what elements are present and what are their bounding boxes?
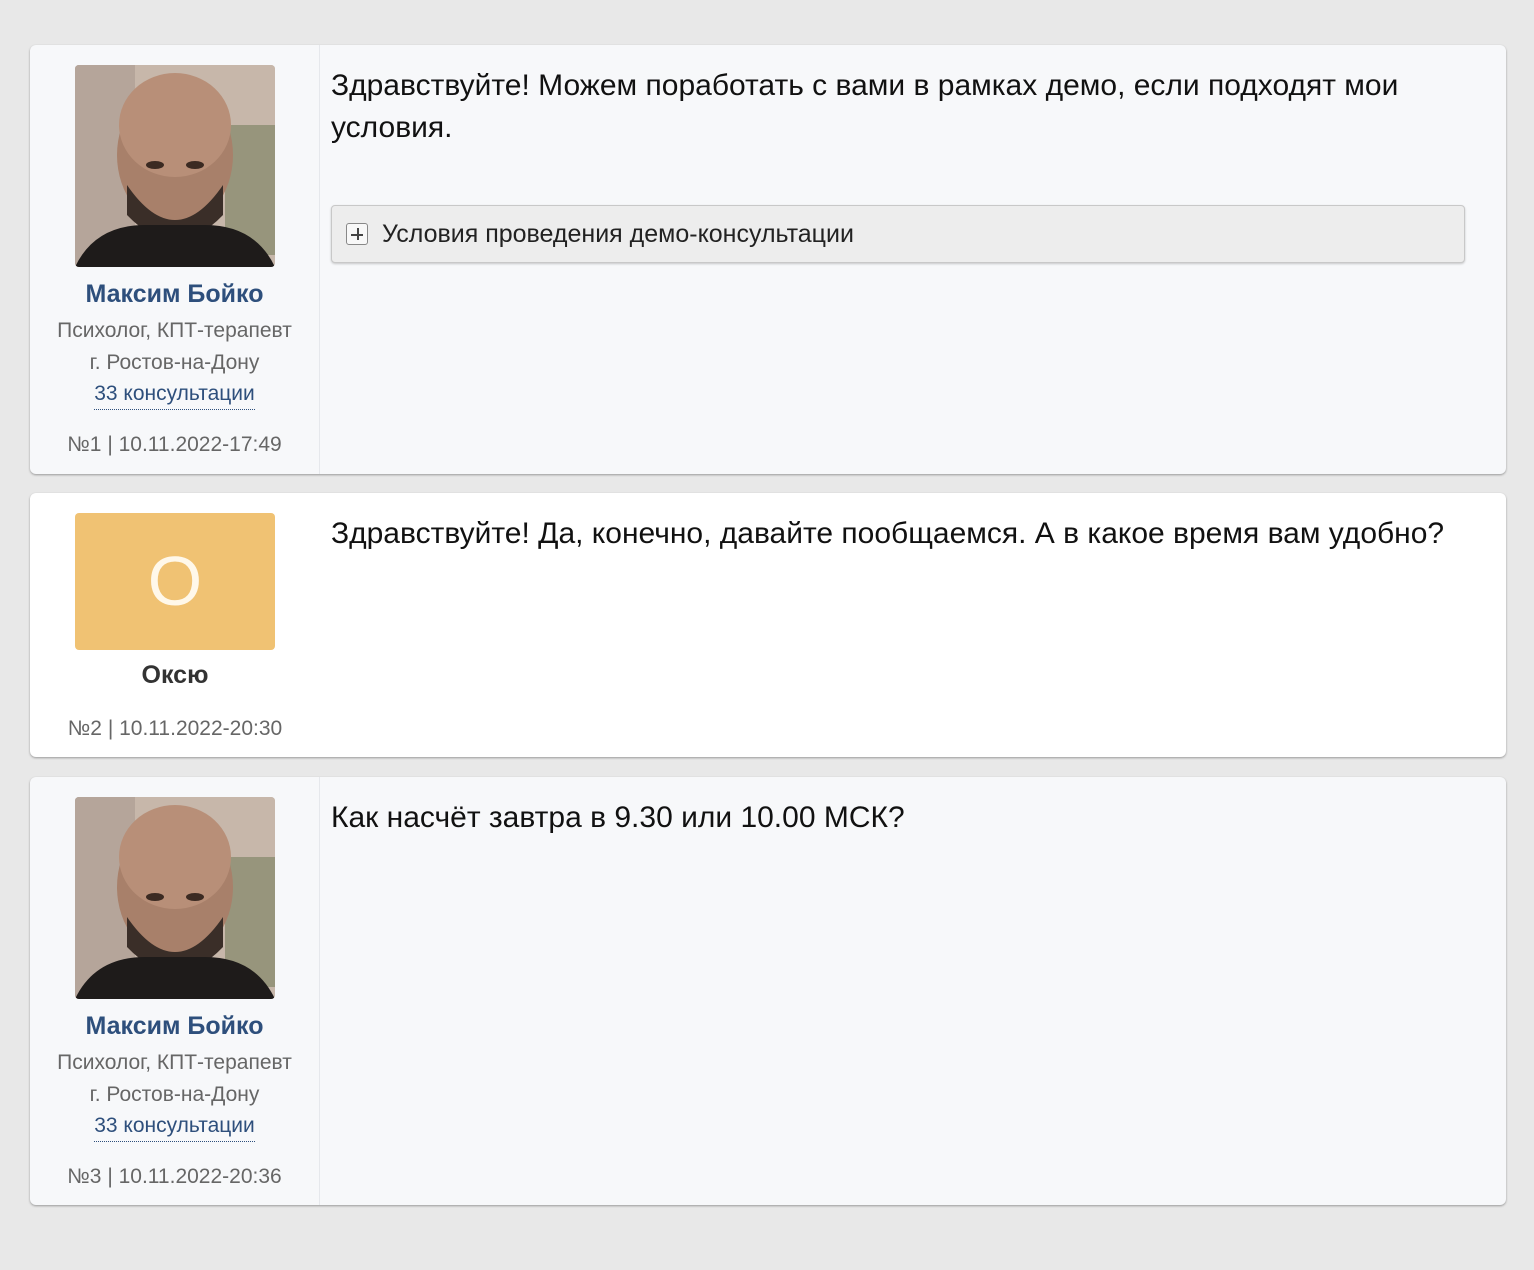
post-1: Максим Бойко Психолог, КПТ-терапевт г. Р…: [30, 45, 1506, 474]
post-text: Здравствуйте! Да, конечно, давайте пообщ…: [331, 517, 1445, 550]
post-author-panel: Максим Бойко Психолог, КПТ-терапевт г. Р…: [30, 45, 320, 474]
author-name-link[interactable]: Максим Бойко: [86, 279, 264, 309]
post-number-date: №2 | 10.11.2022-20:30: [67, 717, 283, 740]
author-avatar-photo[interactable]: [74, 797, 275, 999]
author-avatar-photo[interactable]: [74, 65, 275, 267]
post-text: Как насчёт завтра в 9.30 или 10.00 МСК?: [331, 801, 905, 834]
author-avatar-letter: О: [75, 513, 275, 650]
consultation-thread: Максим Бойко Психолог, КПТ-терапевт г. Р…: [30, 45, 1506, 1225]
post-body: Здравствуйте! Да, конечно, давайте пообщ…: [320, 493, 1506, 757]
post-body: Здравствуйте! Можем поработать с вами в …: [320, 45, 1506, 474]
author-role: Психолог, КПТ-терапевт: [57, 1051, 292, 1074]
post-author-panel: О Оксю №2 | 10.11.2022-20:30: [30, 493, 320, 757]
consultations-count-link[interactable]: 33 консультации: [94, 1111, 255, 1142]
post-3: Максим Бойко Психолог, КПТ-терапевт г. Р…: [30, 777, 1506, 1205]
demo-conditions-spoiler[interactable]: Условия проведения демо-консультации: [331, 205, 1465, 263]
post-number-date: №3 | 10.11.2022-20:36: [67, 1165, 282, 1188]
author-name-link[interactable]: Максим Бойко: [86, 1011, 264, 1041]
post-body: Как насчёт завтра в 9.30 или 10.00 МСК?: [320, 777, 1506, 1205]
consultations-count-link[interactable]: 33 консультации: [94, 379, 255, 410]
post-author-panel: Максим Бойко Психолог, КПТ-терапевт г. Р…: [30, 777, 320, 1205]
post-number-date: №1 | 10.11.2022-17:49: [67, 433, 282, 456]
expand-plus-icon[interactable]: [346, 223, 368, 245]
spoiler-label: Условия проведения демо-консультации: [382, 219, 854, 248]
author-city: г. Ростов-на-Дону: [89, 351, 260, 374]
author-name: Оксю: [141, 661, 209, 689]
author-role: Психолог, КПТ-терапевт: [57, 319, 292, 342]
author-city: г. Ростов-на-Дону: [89, 1083, 260, 1106]
post-2: О Оксю №2 | 10.11.2022-20:30 Здравствуйт…: [30, 493, 1506, 757]
post-text: Здравствуйте! Можем поработать с вами в …: [331, 69, 1399, 144]
